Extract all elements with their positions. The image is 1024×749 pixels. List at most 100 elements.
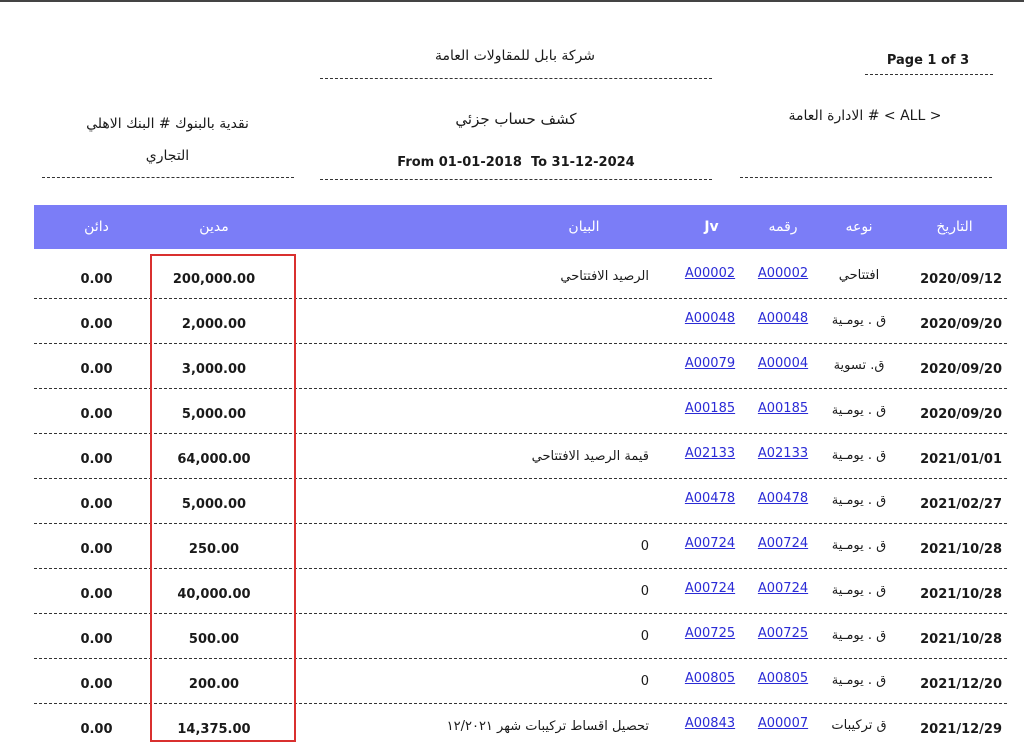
date-cell: 2021/01/01 [920, 452, 1002, 467]
date-cell: 2021/02/27 [920, 497, 1002, 512]
description-cell: الرصيد الافتتاحي [560, 269, 649, 284]
company-name: شركة بابل للمقاولات العامة [434, 48, 596, 64]
page-number: Page 1 of 3 [886, 53, 970, 68]
col-number: رقمه [768, 219, 798, 235]
date-cell: 2021/10/28 [920, 587, 1002, 602]
type-cell: ق . يومـية [831, 448, 887, 463]
number-link[interactable]: A00002 [752, 266, 814, 281]
type-cell: ق . يومـية [831, 493, 887, 508]
debit-cell: 64,000.00 [177, 452, 251, 467]
credit-cell: 0.00 [80, 452, 113, 467]
credit-cell: 0.00 [80, 407, 113, 422]
table-row: 0.00 5,000.00 A00478 A00478 ق . يومـية 2… [34, 479, 1007, 524]
type-cell: ق . يومـية [831, 628, 887, 643]
number-link[interactable]: A02133 [752, 446, 814, 461]
debit-cell: 200,000.00 [172, 272, 256, 287]
credit-cell: 0.00 [80, 542, 113, 557]
date-cell: 2020/09/12 [920, 272, 1002, 287]
account-line-2: التجاري [145, 148, 190, 164]
jv-link[interactable]: A00805 [679, 671, 741, 686]
type-cell: ق. تسوية [833, 358, 885, 373]
table-row: 0.00 3,000.00 A00079 A00004 ق. تسوية 202… [34, 344, 1007, 389]
table-row: 0.00 2,000.00 A00048 A00048 ق . يومـية 2… [34, 299, 1007, 344]
type-cell: ق . يومـية [831, 313, 887, 328]
credit-cell: 0.00 [80, 272, 113, 287]
debit-cell: 500.00 [188, 632, 240, 647]
table-row: 0.00 200.00 0 A00805 A00805 ق . يومـية 2… [34, 659, 1007, 704]
company-underline [320, 78, 712, 79]
type-cell: ق . يومـية [831, 403, 887, 418]
debit-cell: 14,375.00 [177, 722, 251, 737]
number-link[interactable]: A00724 [752, 536, 814, 551]
account-name: نقدية بالبنوك # البنك الاهلي التجاري [40, 108, 295, 172]
debit-cell: 3,000.00 [181, 362, 247, 377]
number-link[interactable]: A00478 [752, 491, 814, 506]
description-cell: 0 [640, 674, 649, 689]
date-cell: 2020/09/20 [920, 317, 1002, 332]
number-link[interactable]: A00185 [752, 401, 814, 416]
description-cell: تحصيل اقساط تركيبات شهر ١٢/٢٠٢١ [446, 719, 649, 734]
branch-underline [740, 177, 992, 178]
table-header: دائن مدين البيان Jv رقمه نوعه التاريخ [34, 205, 1007, 249]
table-row: 0.00 200,000.00 الرصيد الافتتاحي A00002 … [34, 254, 1007, 299]
debit-cell: 250.00 [188, 542, 240, 557]
debit-cell: 200.00 [188, 677, 240, 692]
credit-cell: 0.00 [80, 677, 113, 692]
col-credit: دائن [84, 219, 109, 235]
number-link[interactable]: A00004 [752, 356, 814, 371]
jv-link[interactable]: A00724 [679, 581, 741, 596]
number-link[interactable]: A00805 [752, 671, 814, 686]
table-row: 0.00 14,375.00 تحصيل اقساط تركيبات شهر ١… [34, 704, 1007, 749]
type-cell: ق تركيبات [831, 718, 887, 733]
credit-cell: 0.00 [80, 317, 113, 332]
date-cell: 2020/09/20 [920, 362, 1002, 377]
table-row: 0.00 500.00 0 A00725 A00725 ق . يومـية 2… [34, 614, 1007, 659]
debit-cell: 5,000.00 [181, 497, 247, 512]
credit-cell: 0.00 [80, 632, 113, 647]
date-cell: 2021/10/28 [920, 632, 1002, 647]
jv-link[interactable]: A00002 [679, 266, 741, 281]
date-cell: 2021/12/20 [920, 677, 1002, 692]
date-cell: 2021/12/29 [920, 722, 1002, 737]
jv-link[interactable]: A02133 [679, 446, 741, 461]
number-link[interactable]: A00725 [752, 626, 814, 641]
table-row: 0.00 64,000.00 قيمة الرصيد الافتتاحي A02… [34, 434, 1007, 479]
debit-cell: 5,000.00 [181, 407, 247, 422]
date-range: From 01-01-2018 To 31-12-2024 [397, 155, 635, 170]
table-row: 0.00 5,000.00 A00185 A00185 ق . يومـية 2… [34, 389, 1007, 434]
type-cell: افتتاحي [838, 268, 880, 283]
col-jv: Jv [704, 219, 719, 235]
debit-cell: 40,000.00 [177, 587, 251, 602]
report-title: كشف حساب جزئي [455, 110, 577, 128]
jv-link[interactable]: A00843 [679, 716, 741, 731]
branch-filter: < ALL > # الادارة العامة [788, 108, 942, 124]
jv-link[interactable]: A00185 [679, 401, 741, 416]
jv-link[interactable]: A00079 [679, 356, 741, 371]
jv-link[interactable]: A00725 [679, 626, 741, 641]
type-cell: ق . يومـية [831, 673, 887, 688]
number-link[interactable]: A00007 [752, 716, 814, 731]
col-debit: مدين [199, 219, 229, 235]
jv-link[interactable]: A00048 [679, 311, 741, 326]
type-cell: ق . يومـية [831, 538, 887, 553]
account-line-1: نقدية بالبنوك # البنك الاهلي [86, 116, 249, 132]
col-type: نوعه [845, 219, 873, 235]
date-cell: 2020/09/20 [920, 407, 1002, 422]
number-link[interactable]: A00048 [752, 311, 814, 326]
report-underline [320, 179, 712, 180]
col-date: التاريخ [936, 219, 973, 235]
type-cell: ق . يومـية [831, 583, 887, 598]
jv-link[interactable]: A00478 [679, 491, 741, 506]
credit-cell: 0.00 [80, 497, 113, 512]
description-cell: 0 [640, 539, 649, 554]
table-row: 0.00 40,000.00 0 A00724 A00724 ق . يومـي… [34, 569, 1007, 614]
col-description: البيان [568, 219, 600, 235]
debit-cell: 2,000.00 [181, 317, 247, 332]
number-link[interactable]: A00724 [752, 581, 814, 596]
description-cell: 0 [640, 629, 649, 644]
jv-link[interactable]: A00724 [679, 536, 741, 551]
account-underline [42, 177, 294, 178]
top-border [0, 0, 1024, 2]
credit-cell: 0.00 [80, 722, 113, 737]
credit-cell: 0.00 [80, 587, 113, 602]
